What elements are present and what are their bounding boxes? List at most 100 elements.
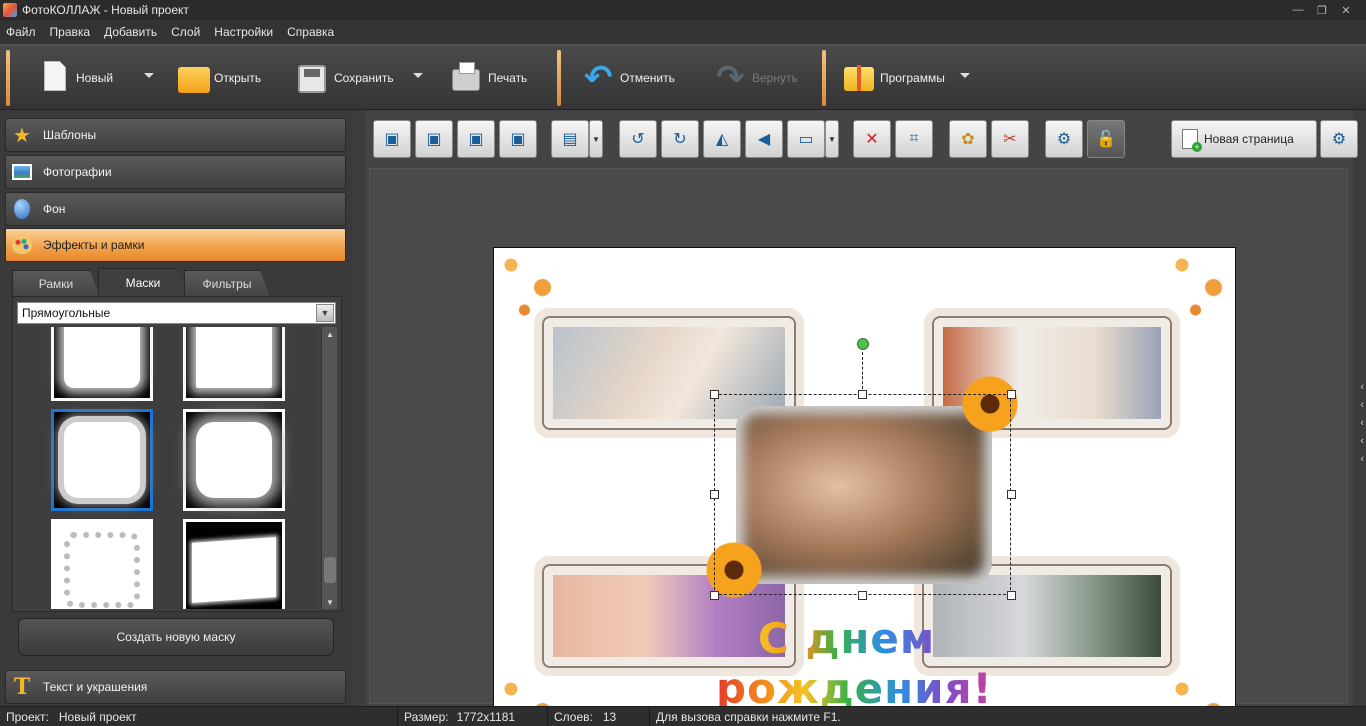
crop-icon[interactable]: ⌗ [895, 120, 933, 158]
delete-icon[interactable]: ✕ [853, 120, 891, 158]
chevron-down-icon[interactable]: ▼ [316, 304, 334, 322]
flip-vertical-icon[interactable]: ◀ [745, 120, 783, 158]
printer-icon [452, 62, 480, 91]
lock-icon[interactable]: 🔓 [1087, 120, 1125, 158]
redo-button[interactable]: ↷ Вернуть [716, 53, 798, 103]
section-label: Фотографии [43, 165, 112, 179]
mask-thumb[interactable] [51, 519, 153, 609]
resize-handle[interactable] [1007, 490, 1016, 499]
print-button[interactable]: Печать [452, 53, 527, 103]
resize-handle[interactable] [710, 490, 719, 499]
align-dropdown-icon[interactable]: ▼ [589, 120, 603, 158]
programs-button-label: Программы [880, 71, 945, 85]
masks-scrollbar[interactable]: ▲ ▼ [321, 327, 337, 609]
chevron-left-icon[interactable]: ‹ [1360, 380, 1364, 394]
rotate-handle[interactable] [857, 338, 869, 350]
send-backward-icon[interactable]: ▣ [457, 120, 495, 158]
create-mask-label: Создать новую маску [116, 630, 236, 644]
mask-thumb-selected[interactable] [51, 409, 153, 511]
greeting-line-1[interactable]: С днем [758, 614, 935, 663]
masks-panel: Прямоугольные ▼ ▲ ▼ [12, 296, 342, 612]
new-dropdown-icon[interactable] [144, 73, 154, 78]
new-page-button[interactable]: + Новая страница [1171, 120, 1317, 158]
gift-box-icon [844, 65, 874, 91]
star-icon: ★ [13, 124, 31, 147]
send-to-back-icon[interactable]: ▣ [499, 120, 537, 158]
side-panel-arrows[interactable]: ‹ ‹ ‹ ‹ ‹ [1360, 380, 1364, 466]
photo-icon [11, 161, 33, 183]
tab-filters[interactable]: Фильтры [184, 270, 270, 296]
minimize-icon[interactable]: — [1292, 4, 1304, 17]
work-area: ▣ ▣ ▣ ▣ ▤ ▼ ↺ ↻ ◭ ◀ ▭ ▼ ✕ ⌗ ✿ ✂ ⚙ 🔓 + Но… [365, 110, 1358, 726]
main-toolbar: Новый Открыть Сохранить Печать ↶ Отменит… [0, 44, 1366, 110]
section-photos[interactable]: Фотографии [5, 155, 346, 189]
effects-icon[interactable]: ✿ [949, 120, 987, 158]
resize-handle[interactable] [1007, 390, 1016, 399]
programs-dropdown-icon[interactable] [960, 73, 970, 78]
new-document-icon [44, 61, 66, 91]
resize-handle[interactable] [710, 591, 719, 600]
bring-forward-icon[interactable]: ▣ [415, 120, 453, 158]
toolbar-separator [6, 50, 10, 106]
maximize-icon[interactable]: ❐ [1316, 4, 1328, 17]
scroll-down-icon[interactable]: ▼ [322, 595, 338, 609]
save-button-label: Сохранить [334, 71, 394, 85]
text-t-icon: T [13, 674, 31, 700]
menu-file[interactable]: Файл [6, 25, 36, 39]
chevron-left-icon[interactable]: ‹ [1360, 398, 1364, 412]
save-button[interactable]: Сохранить [298, 53, 394, 103]
menu-layer[interactable]: Слой [171, 25, 200, 39]
scroll-up-icon[interactable]: ▲ [322, 327, 338, 341]
layer-toolbar: ▣ ▣ ▣ ▣ ▤ ▼ ↺ ↻ ◭ ◀ ▭ ▼ ✕ ⌗ ✿ ✂ ⚙ 🔓 [373, 120, 1173, 160]
undo-button[interactable]: ↶ Отменить [584, 53, 675, 103]
create-mask-button[interactable]: Создать новую маску [18, 618, 334, 656]
section-effects-frames[interactable]: Эффекты и рамки [5, 228, 346, 262]
flowers-decoration [1155, 248, 1235, 328]
undo-button-label: Отменить [620, 71, 675, 85]
menu-settings[interactable]: Настройки [214, 25, 273, 39]
app-logo-icon [3, 3, 17, 17]
bring-to-front-icon[interactable]: ▣ [373, 120, 411, 158]
rotate-left-icon[interactable]: ↺ [619, 120, 657, 158]
resize-handle[interactable] [858, 390, 867, 399]
open-button[interactable]: Открыть [178, 53, 261, 103]
status-hint-text: Для вызова справки нажмите F1. [656, 709, 841, 724]
save-dropdown-icon[interactable] [413, 73, 423, 78]
resize-handle[interactable] [710, 390, 719, 399]
mask-category-select[interactable]: Прямоугольные ▼ [17, 302, 336, 324]
mask-thumb[interactable] [183, 519, 285, 609]
mask-thumb[interactable] [51, 327, 153, 401]
chevron-left-icon[interactable]: ‹ [1360, 416, 1364, 430]
section-text-decorations[interactable]: T Текст и украшения [5, 670, 346, 704]
mask-thumb[interactable] [183, 327, 285, 401]
tab-frames[interactable]: Рамки [12, 270, 100, 296]
programs-button[interactable]: Программы [844, 53, 945, 103]
collage-page[interactable]: С днем рождения! [493, 247, 1236, 726]
page-settings-icon[interactable]: ⚙ [1320, 120, 1358, 158]
new-button[interactable]: Новый [40, 53, 113, 103]
tools-icon[interactable]: ✂ [991, 120, 1029, 158]
fit-page-icon[interactable]: ▭ [787, 120, 825, 158]
chevron-left-icon[interactable]: ‹ [1360, 434, 1364, 448]
gear-icon[interactable]: ⚙ [1045, 120, 1083, 158]
mask-thumb[interactable] [183, 409, 285, 511]
rotate-right-icon[interactable]: ↻ [661, 120, 699, 158]
section-templates[interactable]: ★ Шаблоны [5, 118, 346, 152]
menu-edit[interactable]: Правка [50, 25, 91, 39]
align-icon[interactable]: ▤ [551, 120, 589, 158]
tab-masks[interactable]: Маски [98, 268, 188, 296]
scroll-thumb[interactable] [324, 557, 336, 583]
menu-add[interactable]: Добавить [104, 25, 157, 39]
close-icon[interactable]: ✕ [1340, 4, 1352, 17]
resize-handle[interactable] [1007, 591, 1016, 600]
section-background[interactable]: Фон [5, 192, 346, 226]
menu-help[interactable]: Справка [287, 25, 334, 39]
flip-horizontal-icon[interactable]: ◭ [703, 120, 741, 158]
tab-label: Маски [125, 275, 161, 290]
resize-handle[interactable] [858, 591, 867, 600]
fit-dropdown-icon[interactable]: ▼ [825, 120, 839, 158]
folder-icon [178, 67, 210, 93]
chevron-left-icon[interactable]: ‹ [1360, 452, 1364, 466]
toolbar-separator [822, 50, 826, 106]
palette-icon [11, 234, 33, 256]
